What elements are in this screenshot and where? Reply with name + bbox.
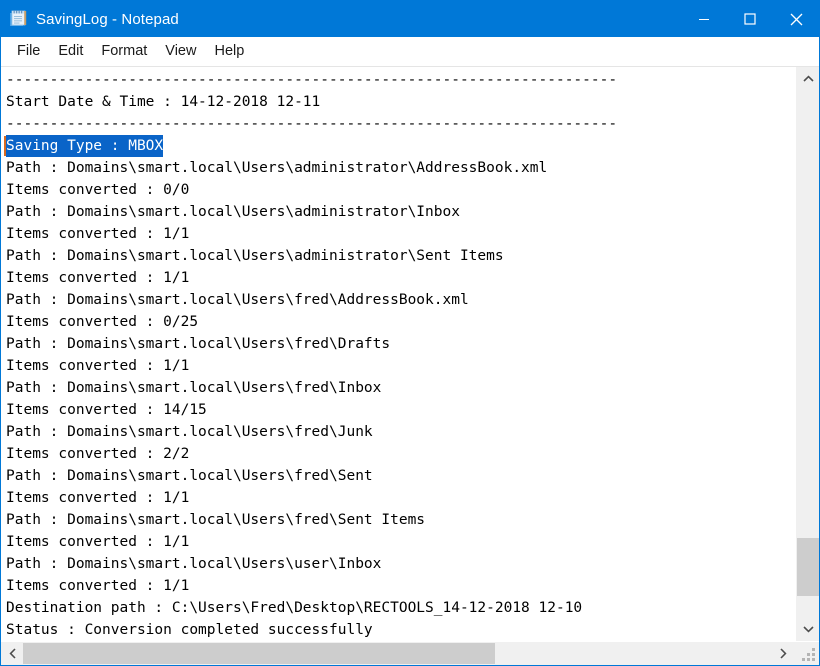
notepad-window: SavingLog - Notepad File Edit Format Vie… bbox=[0, 0, 820, 666]
horizontal-scrollbar[interactable] bbox=[1, 641, 819, 665]
title-bar[interactable]: SavingLog - Notepad bbox=[1, 1, 819, 37]
window-controls bbox=[681, 1, 819, 37]
horizontal-scrollbar-thumb[interactable] bbox=[23, 643, 495, 664]
scroll-right-button[interactable] bbox=[771, 642, 795, 665]
document-line[interactable]: Items converted : 14/15 bbox=[6, 399, 617, 421]
menu-item-help[interactable]: Help bbox=[205, 41, 253, 62]
menu-item-view[interactable]: View bbox=[156, 41, 205, 62]
vertical-scrollbar-thumb[interactable] bbox=[797, 538, 819, 596]
maximize-icon bbox=[744, 13, 756, 25]
document-line[interactable]: Path : Domains\smart.local\Users\fred\Se… bbox=[6, 465, 617, 487]
document-line[interactable]: Path : Domains\smart.local\Users\fred\Ju… bbox=[6, 421, 617, 443]
document-line[interactable]: Path : Domains\smart.local\Users\fred\Dr… bbox=[6, 333, 617, 355]
document-line[interactable]: Path : Domains\smart.local\Users\fred\Ad… bbox=[6, 289, 617, 311]
document-line[interactable]: Items converted : 1/1 bbox=[6, 223, 617, 245]
document-line[interactable]: Items converted : 1/1 bbox=[6, 487, 617, 509]
scroll-down-button[interactable] bbox=[796, 617, 820, 641]
document-line[interactable]: Path : Domains\smart.local\Users\adminis… bbox=[6, 201, 617, 223]
menu-item-format[interactable]: Format bbox=[92, 41, 156, 62]
scroll-up-button[interactable] bbox=[796, 67, 820, 91]
vertical-scrollbar[interactable] bbox=[795, 67, 819, 641]
document-line[interactable]: Items converted : 1/1 bbox=[6, 531, 617, 553]
document-text[interactable]: ----------------------------------------… bbox=[4, 69, 617, 641]
document-line[interactable]: Path : Domains\smart.local\Users\user\In… bbox=[6, 553, 617, 575]
menu-bar: File Edit Format View Help bbox=[1, 37, 819, 66]
document-line[interactable]: ----------------------------------------… bbox=[6, 113, 617, 135]
document-line[interactable]: Items converted : 0/25 bbox=[6, 311, 617, 333]
close-button[interactable] bbox=[773, 1, 819, 37]
menu-item-file[interactable]: File bbox=[8, 41, 49, 62]
text-caret bbox=[4, 136, 6, 156]
selection-highlight[interactable]: Saving Type : MBOX bbox=[6, 135, 164, 157]
document-line[interactable]: Items converted : 0/0 bbox=[6, 179, 617, 201]
minimize-icon bbox=[699, 19, 709, 20]
document-line[interactable]: Path : Domains\smart.local\Users\adminis… bbox=[6, 157, 617, 179]
document-line[interactable]: ----------------------------------------… bbox=[6, 69, 617, 91]
document-line[interactable]: Destination path : C:\Users\Fred\Desktop… bbox=[6, 597, 617, 619]
text-editor[interactable]: ----------------------------------------… bbox=[1, 67, 795, 641]
document-line[interactable]: Items converted : 1/1 bbox=[6, 355, 617, 377]
window-title: SavingLog - Notepad bbox=[36, 10, 179, 28]
document-line-selected[interactable]: Saving Type : MBOX bbox=[4, 135, 617, 157]
document-line[interactable]: Path : Domains\smart.local\Users\fred\Se… bbox=[6, 509, 617, 531]
document-line[interactable]: Items converted : 2/2 bbox=[6, 443, 617, 465]
document-line[interactable]: Items converted : 1/1 bbox=[6, 267, 617, 289]
document-line[interactable]: Start Date & Time : 14-12-2018 12-11 bbox=[6, 91, 617, 113]
menu-item-edit[interactable]: Edit bbox=[49, 41, 92, 62]
document-line[interactable]: Items converted : 1/1 bbox=[6, 575, 617, 597]
document-line[interactable]: Path : Domains\smart.local\Users\fred\In… bbox=[6, 377, 617, 399]
chevron-right-icon bbox=[780, 648, 787, 659]
content-area: ----------------------------------------… bbox=[1, 67, 819, 641]
maximize-button[interactable] bbox=[727, 1, 773, 37]
minimize-button[interactable] bbox=[681, 1, 727, 37]
chevron-up-icon bbox=[802, 75, 814, 82]
scroll-left-button[interactable] bbox=[1, 642, 25, 665]
document-line[interactable]: Path : Domains\smart.local\Users\adminis… bbox=[6, 245, 617, 267]
resize-grip-icon[interactable] bbox=[795, 642, 819, 665]
notepad-icon bbox=[10, 10, 28, 28]
chevron-left-icon bbox=[9, 648, 16, 659]
chevron-down-icon bbox=[802, 626, 814, 633]
document-line[interactable]: Status : Conversion completed successful… bbox=[6, 619, 617, 641]
close-icon bbox=[790, 13, 802, 25]
